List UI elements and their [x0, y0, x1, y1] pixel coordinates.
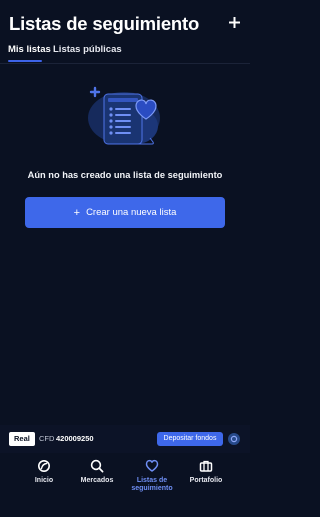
add-watchlist-button[interactable] [226, 14, 242, 30]
home-icon [38, 460, 50, 472]
account-switch-icon[interactable] [228, 433, 240, 445]
account-number: 420009250 [56, 434, 94, 443]
nav-home-label: Inicio [34, 477, 54, 484]
create-watchlist-button[interactable]: + Crear una nueva lista [25, 197, 225, 228]
tab-my-lists[interactable]: Mis listas [8, 44, 51, 55]
header: Listas de seguimiento [0, 0, 250, 40]
account-mode-badge[interactable]: Real [9, 432, 35, 446]
nav-home[interactable]: Inicio [19, 459, 69, 485]
nav-watchlists-label: Listas de seguimiento [131, 477, 173, 492]
bottom-nav: Inicio Mercados Listas de seguimiento Po… [0, 453, 250, 517]
nav-markets[interactable]: Mercados [72, 459, 122, 485]
divider [0, 63, 250, 64]
plus-icon: + [73, 206, 81, 219]
account-bar: Real CFD 420009250 Depositar fondos [0, 425, 250, 453]
tab-bar: Mis listas Listas públicas [0, 40, 250, 64]
nav-markets-label: Mercados [80, 477, 114, 484]
heart-icon [145, 459, 159, 472]
nav-portfolio-label: Portafolio [189, 477, 223, 484]
account-type: CFD [39, 434, 55, 443]
search-icon [90, 459, 104, 473]
empty-state-message: Aún no has creado una lista de seguimien… [27, 170, 223, 180]
nav-watchlists[interactable]: Listas de seguimiento [127, 459, 177, 493]
briefcase-icon [199, 460, 213, 472]
watchlist-heart-illustration [88, 86, 160, 145]
plus-icon [228, 16, 240, 28]
tab-public-lists[interactable]: Listas públicas [53, 44, 122, 55]
deposit-funds-button[interactable]: Depositar fondos [157, 432, 223, 446]
account-switch-glyph [230, 435, 238, 443]
active-tab-indicator [8, 60, 42, 62]
create-watchlist-label: Crear una nueva lista [86, 207, 177, 218]
page-title: Listas de seguimiento [9, 13, 200, 34]
nav-portfolio[interactable]: Portafolio [181, 459, 231, 485]
